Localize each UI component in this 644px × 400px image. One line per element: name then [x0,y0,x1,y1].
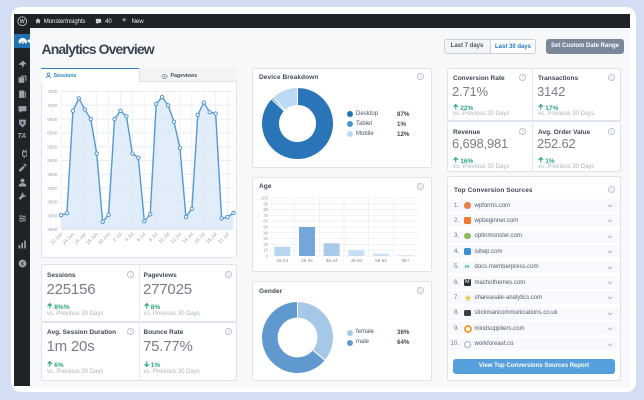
svg-text:3000: 3000 [47,213,58,218]
svg-text:100: 100 [261,196,269,201]
svg-text:7500: 7500 [47,89,58,94]
svg-text:2 Jul: 2 Jul [112,232,123,243]
svg-text:2500: 2500 [47,227,58,232]
svg-text:4000: 4000 [47,186,58,191]
svg-text:6000: 6000 [47,131,58,136]
svg-text:6500: 6500 [47,117,58,122]
svg-text:20: 20 [263,242,268,247]
svg-text:0: 0 [266,254,269,259]
svg-text:40: 40 [263,230,268,235]
svg-text:22 Jun: 22 Jun [49,231,64,246]
svg-text:45-54: 45-54 [351,258,363,263]
svg-text:12 Jul: 12 Jul [170,232,183,245]
svg-text:10 Jul: 10 Jul [158,232,171,245]
svg-text:7000: 7000 [47,103,58,108]
svg-text:35-44: 35-44 [326,258,338,263]
svg-text:18-24: 18-24 [277,258,289,263]
svg-text:26 Jun: 26 Jun [73,231,88,246]
svg-text:10: 10 [263,248,268,253]
svg-text:3500: 3500 [47,200,58,205]
svg-text:5500: 5500 [47,144,58,149]
svg-text:50: 50 [263,225,268,230]
svg-text:30: 30 [263,236,268,241]
svg-text:4 Jul: 4 Jul [124,232,135,243]
svg-text:14 Jul: 14 Jul [181,232,194,245]
svg-text:70: 70 [263,213,268,218]
svg-text:5000: 5000 [47,158,58,163]
svg-text:80: 80 [263,207,268,212]
svg-text:W: W [20,19,25,25]
svg-text:65+: 65+ [402,258,410,263]
svg-text:4500: 4500 [47,172,58,177]
svg-text:90: 90 [263,201,268,206]
svg-text:16 Jul: 16 Jul [193,232,206,245]
svg-text:60: 60 [263,219,268,224]
svg-text:25-34: 25-34 [301,258,313,263]
svg-text:21 Jul: 21 Jul [217,232,230,245]
svg-text:55-64: 55-64 [375,258,387,263]
svg-text:24 Jun: 24 Jun [61,231,76,246]
svg-text:18 Jul: 18 Jul [205,232,218,245]
svg-text:6 Jul: 6 Jul [136,232,147,243]
svg-text:30 Jun: 30 Jun [97,231,112,246]
svg-text:28 Jun: 28 Jun [85,231,100,246]
